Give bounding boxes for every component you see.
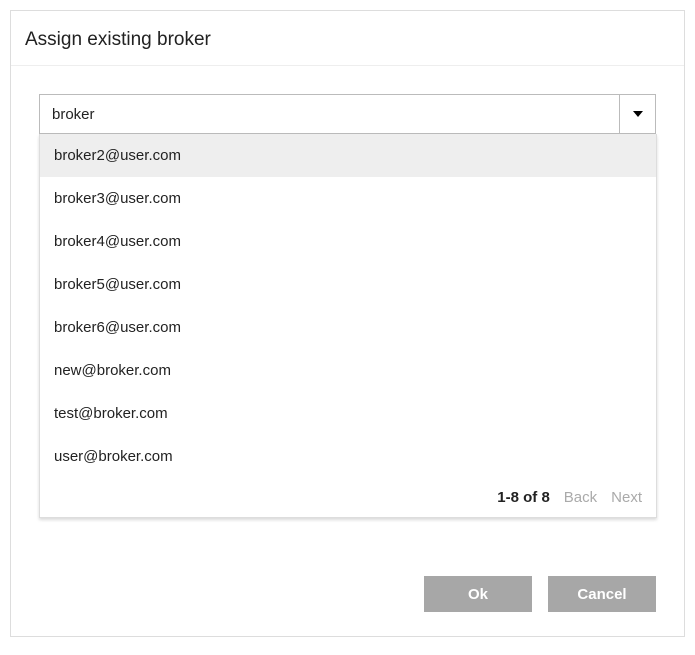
pager-next-button[interactable]: Next — [611, 489, 642, 506]
dropdown-footer: 1-8 of 8 Back Next — [40, 478, 656, 517]
combobox-toggle-button[interactable] — [619, 95, 655, 133]
dropdown-panel: broker2@user.com broker3@user.com broker… — [39, 134, 657, 518]
pager-back-button[interactable]: Back — [564, 489, 597, 506]
broker-combobox: broker2@user.com broker3@user.com broker… — [39, 94, 656, 134]
ok-button[interactable]: Ok — [424, 576, 532, 612]
dialog-header: Assign existing broker — [11, 11, 684, 66]
broker-search-input[interactable] — [40, 95, 619, 133]
assign-broker-dialog: Assign existing broker broker2@user.com … — [10, 10, 685, 637]
dropdown-item[interactable]: broker6@user.com — [40, 306, 656, 349]
dropdown-item[interactable]: new@broker.com — [40, 349, 656, 392]
dialog-title: Assign existing broker — [25, 29, 670, 51]
dropdown-list: broker2@user.com broker3@user.com broker… — [40, 134, 656, 478]
dropdown-item[interactable]: broker3@user.com — [40, 177, 656, 220]
page-info: 1-8 of 8 — [497, 489, 550, 506]
dropdown-item[interactable]: broker4@user.com — [40, 220, 656, 263]
dialog-body: broker2@user.com broker3@user.com broker… — [11, 66, 684, 576]
cancel-button[interactable]: Cancel — [548, 576, 656, 612]
dropdown-item[interactable]: broker2@user.com — [40, 134, 656, 177]
dialog-footer: Ok Cancel — [11, 576, 684, 636]
caret-down-icon — [633, 111, 643, 117]
combobox-input-row — [39, 94, 656, 134]
dropdown-item[interactable]: test@broker.com — [40, 392, 656, 435]
dropdown-item[interactable]: user@broker.com — [40, 435, 656, 478]
dropdown-item[interactable]: broker5@user.com — [40, 263, 656, 306]
